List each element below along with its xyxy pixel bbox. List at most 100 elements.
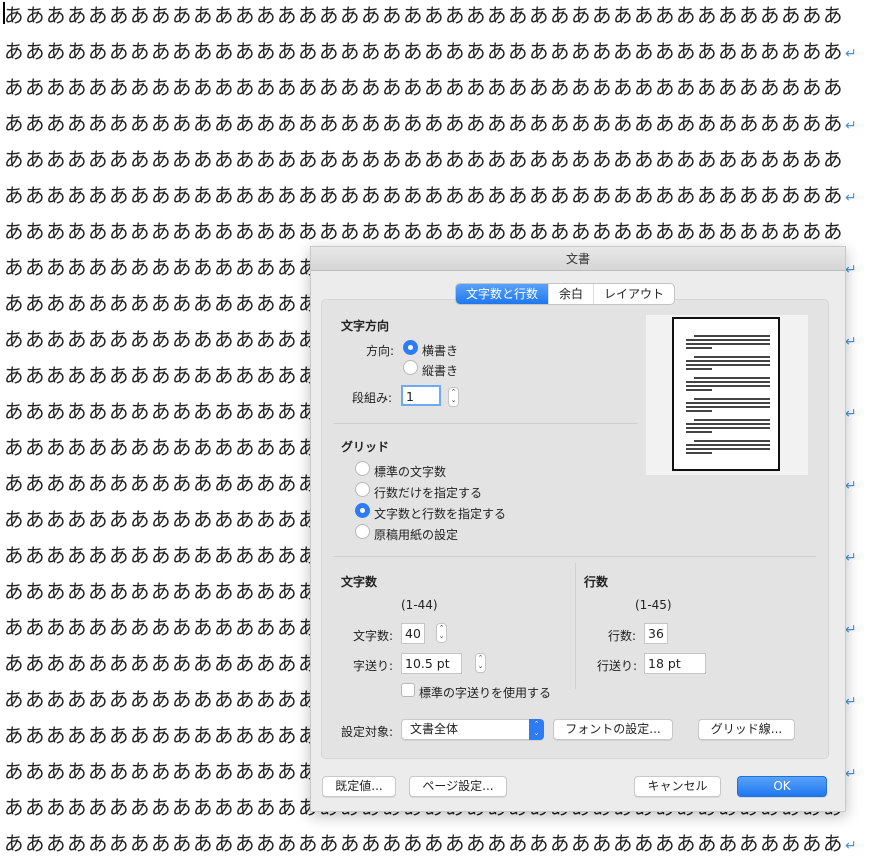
columns-input[interactable]: 1	[401, 385, 441, 406]
preview-text-line	[686, 360, 770, 362]
preview-text-line	[686, 343, 770, 345]
chars-count-input[interactable]: 40	[401, 623, 425, 644]
radio-vertical[interactable]	[403, 360, 418, 375]
document-line: ああああああああああああああああああああああああああああああああああああああああ…	[4, 40, 858, 76]
preview-text-line	[686, 402, 770, 404]
document-line: ああああああああああああああああああああああああああああああああああああああああ…	[4, 832, 858, 868]
line-pitch-input[interactable]: 18 pt	[644, 653, 706, 674]
grid-option-radio[interactable]	[355, 524, 370, 539]
paragraph-mark-icon: ↵	[845, 334, 859, 350]
preview-text-line	[686, 385, 770, 387]
text-direction-heading: 文字方向	[341, 319, 390, 333]
preview-text-line	[686, 381, 770, 383]
chars-count-label: 文字数:	[353, 629, 394, 643]
select-chevron-icon: ⌃ ⌄	[529, 719, 544, 740]
paragraph-mark-icon: ↵	[845, 622, 859, 638]
default-pitch-label: 標準の字送りを使用する	[419, 686, 552, 700]
preview-text-line	[686, 389, 712, 391]
direction-label: 方向:	[366, 344, 395, 358]
grid-option-radio[interactable]	[355, 461, 370, 476]
line-text: ああああああああああああああああああああああああああああああああああああああああ	[4, 184, 845, 207]
grid-option-label: 行数だけを指定する	[374, 486, 483, 500]
paragraph-mark-icon: ↵	[845, 694, 859, 710]
columns-label: 段組み:	[352, 391, 393, 405]
vertical-label: 縦書き	[422, 364, 459, 378]
document-line: ああああああああああああああああああああああああああああああああああああああああ	[4, 76, 844, 112]
page-preview	[646, 315, 808, 475]
paragraph-mark-icon: ↵	[845, 550, 859, 566]
preview-text-line	[686, 427, 770, 429]
preview-text-line	[686, 423, 770, 425]
paragraph-mark-icon: ↵	[845, 838, 859, 854]
document-line: ああああああああああああああああああああああああああああああああああああああああ…	[4, 112, 858, 148]
page-setup-button[interactable]: ページ設定...	[409, 776, 507, 797]
document-line: ああああああああああああああああああああああああああああああああああああああああ	[4, 148, 844, 184]
paragraph-mark-icon: ↵	[845, 118, 859, 134]
grid-option-label: 文字数と行数を指定する	[374, 507, 507, 521]
preview-text-line	[686, 339, 770, 341]
grid-option-radio[interactable]	[355, 482, 370, 497]
ok-button[interactable]: OK	[737, 776, 827, 797]
paragraph-mark-icon: ↵	[845, 478, 859, 494]
lines-heading: 行数	[584, 575, 609, 589]
line-pitch-label: 行送り:	[597, 659, 638, 673]
dialog-title: 文書	[311, 247, 845, 271]
grid-option-radio[interactable]	[355, 503, 370, 518]
cancel-button[interactable]: キャンセル	[634, 776, 721, 797]
line-text: ああああああああああああああああああああああああああああああああああああああああ	[4, 112, 845, 135]
apply-to-select[interactable]: 文書全体 ⌃ ⌄	[401, 719, 544, 740]
tab-bar: 文字数と行数 余白 レイアウト	[455, 283, 676, 305]
tab-margins[interactable]: 余白	[548, 284, 593, 304]
preview-text-line	[686, 406, 770, 408]
preview-text-line	[694, 419, 770, 421]
preview-text-line	[686, 410, 712, 412]
text-cursor	[3, 2, 5, 24]
preview-text-line	[694, 356, 770, 358]
divider	[575, 563, 576, 689]
preview-text-line	[694, 398, 770, 400]
line-text: ああああああああああああああああああああああああああああああああああああああああ	[4, 220, 845, 243]
document-line: ああああああああああああああああああああああああああああああああああああああああ…	[4, 184, 858, 220]
divider	[333, 556, 816, 557]
lines-count-label: 行数:	[608, 629, 637, 643]
radio-horizontal[interactable]	[403, 340, 418, 355]
chars-heading: 文字数	[341, 575, 378, 589]
preview-text-line	[694, 335, 770, 337]
grid-option-label: 標準の文字数	[374, 465, 447, 479]
preview-text-line	[686, 364, 770, 366]
horizontal-label: 横書き	[422, 344, 459, 358]
document-line: ああああああああああああああああああああああああああああああああああああああああ	[4, 4, 844, 40]
preview-text-line	[686, 368, 712, 370]
apply-to-label: 設定対象:	[341, 725, 394, 739]
tab-chars-lines[interactable]: 文字数と行数	[456, 284, 549, 304]
preview-text-line	[686, 452, 712, 454]
line-text: ああああああああああああああああああああああああああああああああああああああああ	[4, 76, 845, 99]
columns-stepper[interactable]: ⌃ ⌄	[448, 387, 459, 407]
lines-range: (1-45)	[635, 598, 672, 612]
grid-lines-button[interactable]: グリッド線...	[698, 719, 795, 740]
grid-option-label: 原稿用紙の設定	[374, 528, 459, 542]
preview-text-line	[686, 347, 712, 349]
tab-layout[interactable]: レイアウト	[593, 284, 674, 304]
paragraph-mark-icon: ↵	[845, 190, 859, 206]
char-pitch-label: 字送り:	[353, 659, 394, 673]
preview-text-line	[694, 440, 770, 442]
char-pitch-stepper[interactable]: ⌃ ⌄	[475, 653, 486, 673]
lines-count-input[interactable]: 36	[644, 623, 668, 644]
apply-to-value: 文書全体	[410, 722, 459, 736]
default-button[interactable]: 既定値...	[322, 776, 396, 797]
default-pitch-checkbox[interactable]	[401, 683, 415, 697]
font-settings-button[interactable]: フォントの設定...	[553, 719, 673, 740]
grid-heading: グリッド	[341, 440, 390, 454]
chars-count-stepper[interactable]: ⌃ ⌄	[436, 623, 447, 643]
paragraph-mark-icon: ↵	[845, 406, 859, 422]
divider	[333, 423, 637, 424]
line-text: ああああああああああああああああああああああああああああああああああああああああ	[4, 40, 845, 63]
line-text: ああああああああああああああああああああああああああああああああああああああああ	[4, 148, 845, 171]
preview-text-line	[694, 377, 770, 379]
paragraph-mark-icon: ↵	[845, 766, 859, 782]
paragraph-mark-icon: ↵	[845, 46, 859, 62]
char-pitch-input[interactable]: 10.5 pt	[401, 653, 462, 674]
line-text: ああああああああああああああああああああああああああああああああああああああああ	[4, 4, 845, 27]
preview-text-line	[686, 431, 712, 433]
